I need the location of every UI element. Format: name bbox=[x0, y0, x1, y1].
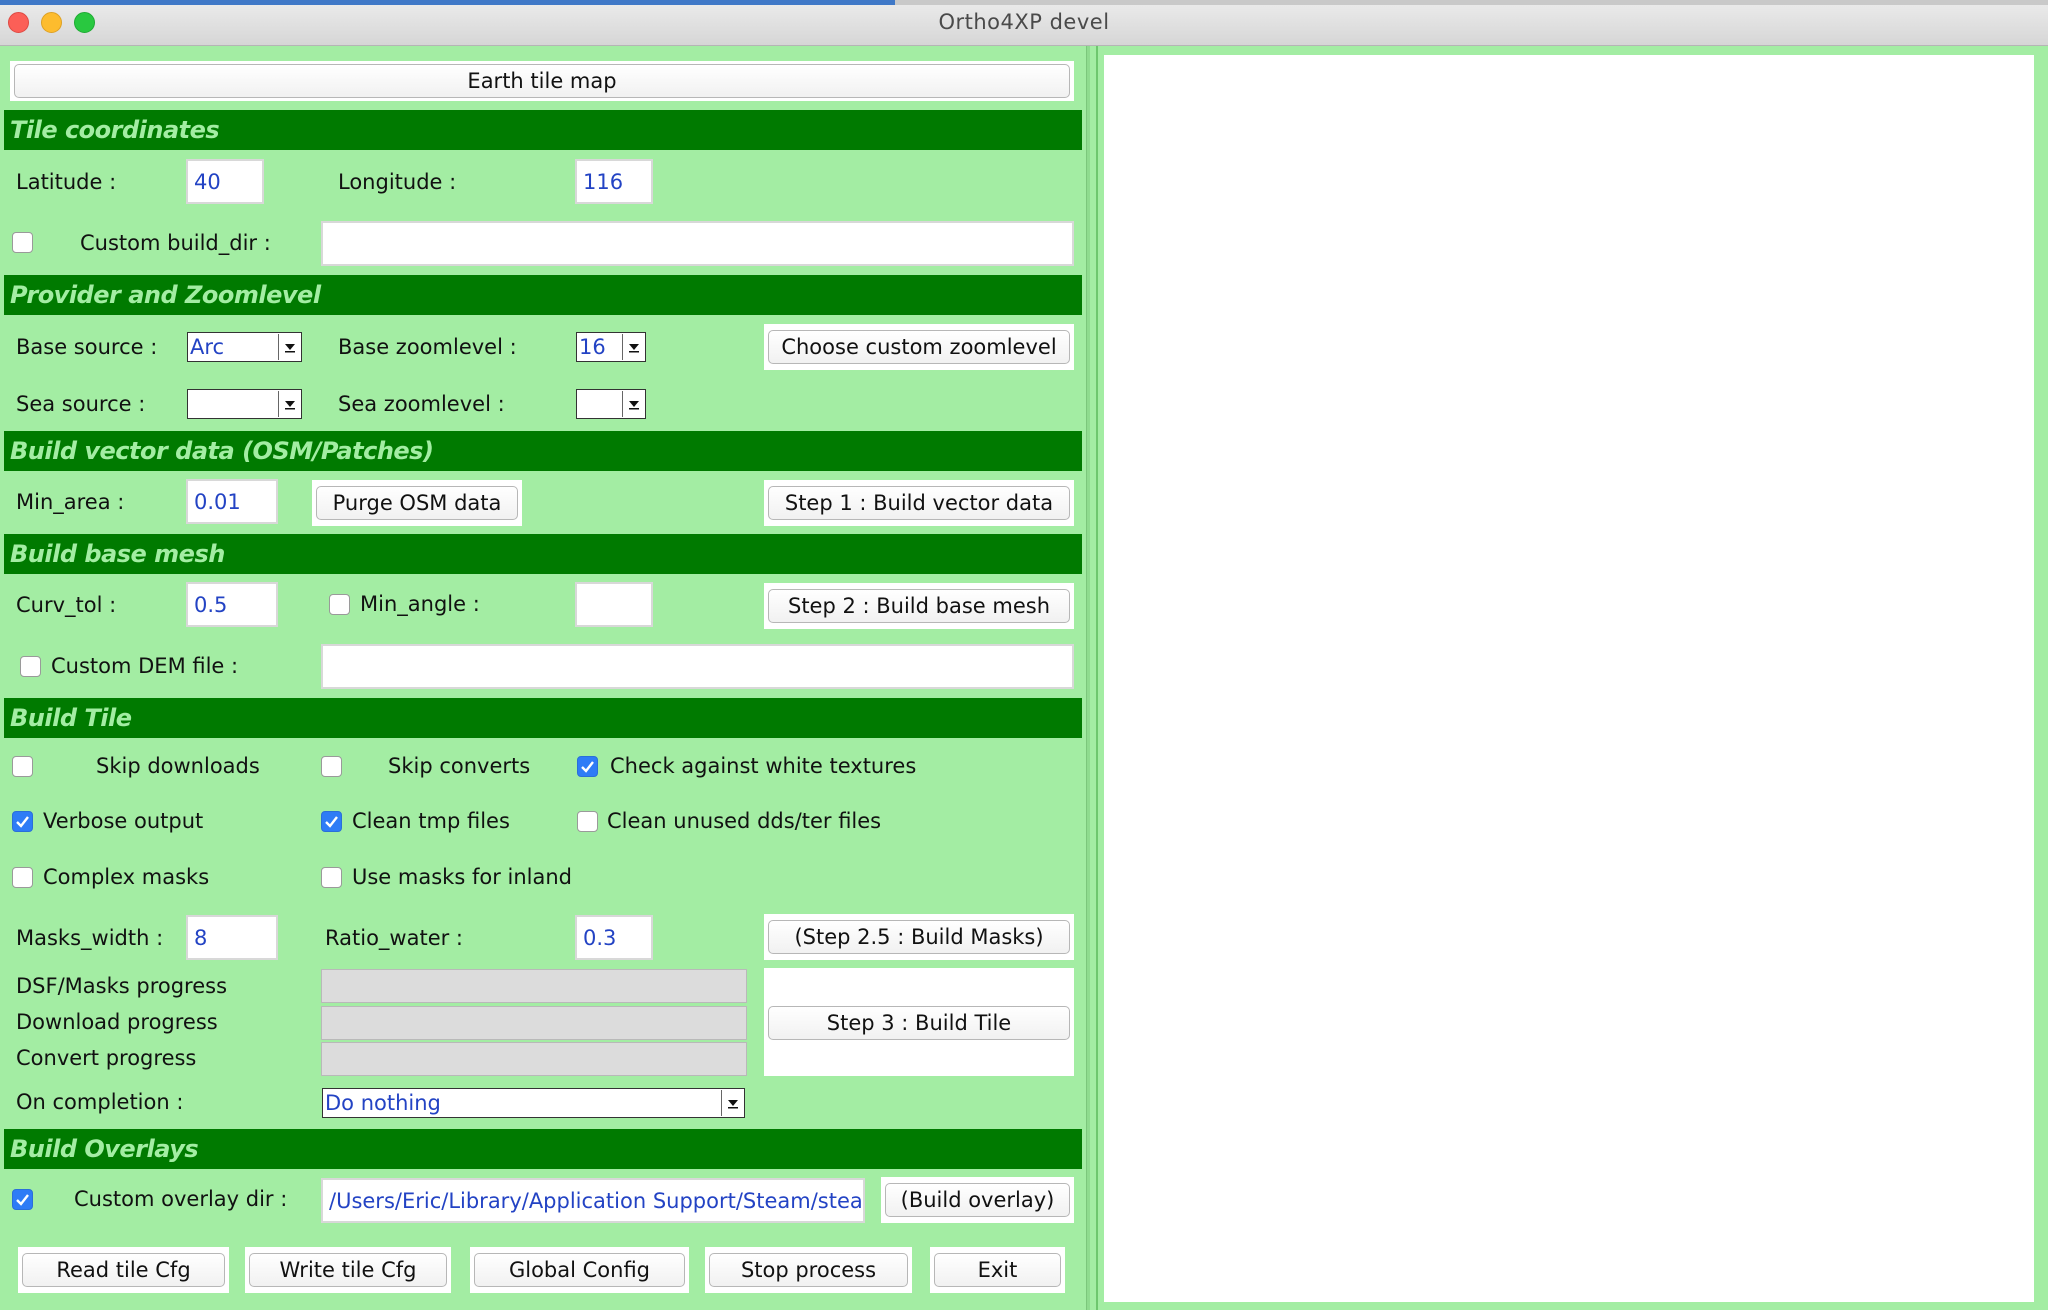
chevron-down-icon bbox=[278, 334, 300, 360]
skip-converts-checkbox[interactable] bbox=[321, 756, 342, 777]
titlebar-top-line bbox=[0, 0, 2048, 5]
longitude-label: Longitude : bbox=[338, 170, 457, 194]
custom-dem-checkbox[interactable] bbox=[20, 656, 41, 677]
section-build-vector-data: Build vector data (OSM/Patches) bbox=[4, 431, 1082, 471]
base-source-value: Arc bbox=[190, 335, 225, 359]
step3-build-tile-button[interactable]: Step 3 : Build Tile bbox=[768, 1006, 1070, 1040]
read-tile-cfg-button[interactable]: Read tile Cfg bbox=[22, 1253, 225, 1287]
min-area-label: Min_area : bbox=[16, 490, 125, 514]
download-progress-bar bbox=[321, 1006, 747, 1040]
window-titlebar: Ortho4XP devel bbox=[0, 0, 2048, 46]
chevron-down-icon bbox=[622, 334, 644, 360]
on-completion-value: Do nothing bbox=[325, 1091, 441, 1115]
earth-tile-map-button[interactable]: Earth tile map bbox=[14, 64, 1070, 98]
custom-dem-input[interactable] bbox=[321, 644, 1074, 689]
exit-button[interactable]: Exit bbox=[934, 1253, 1061, 1287]
sea-zoomlevel-select[interactable] bbox=[576, 389, 646, 419]
complex-masks-checkbox[interactable] bbox=[12, 867, 33, 888]
custom-overlay-dir-checkbox[interactable] bbox=[12, 1189, 33, 1210]
titlebar-top-line-accent bbox=[0, 0, 895, 5]
base-source-select[interactable]: Arc bbox=[187, 332, 302, 362]
base-zoomlevel-select[interactable]: 16 bbox=[576, 332, 646, 362]
panel-divider[interactable] bbox=[1086, 46, 1090, 1310]
min-angle-input[interactable] bbox=[575, 582, 653, 627]
curv-tol-label: Curv_tol : bbox=[16, 593, 117, 617]
base-zoomlevel-label: Base zoomlevel : bbox=[338, 335, 517, 359]
longitude-input[interactable]: 116 bbox=[575, 159, 653, 204]
clean-unused-files-label: Clean unused dds/ter files bbox=[607, 809, 882, 833]
checkmark-icon bbox=[16, 816, 29, 828]
ratio-water-input[interactable]: 0.3 bbox=[575, 915, 653, 960]
check-white-textures-checkbox[interactable] bbox=[577, 756, 598, 777]
masks-width-label: Masks_width : bbox=[16, 926, 164, 950]
checkmark-icon bbox=[16, 1194, 29, 1206]
check-white-textures-label: Check against white textures bbox=[610, 754, 917, 778]
section-build-tile: Build Tile bbox=[4, 698, 1082, 738]
chevron-down-icon bbox=[721, 1090, 743, 1116]
step25-build-masks-button[interactable]: (Step 2.5 : Build Masks) bbox=[768, 920, 1070, 954]
verbose-output-label: Verbose output bbox=[43, 809, 204, 833]
choose-custom-zoomlevel-button[interactable]: Choose custom zoomlevel bbox=[768, 330, 1070, 364]
section-build-base-mesh: Build base mesh bbox=[4, 534, 1082, 574]
skip-downloads-checkbox[interactable] bbox=[12, 756, 33, 777]
checkmark-icon bbox=[325, 816, 338, 828]
dsf-progress-bar bbox=[321, 969, 747, 1003]
custom-dem-label: Custom DEM file : bbox=[51, 654, 239, 678]
ratio-water-label: Ratio_water : bbox=[325, 926, 463, 950]
custom-overlay-dir-label: Custom overlay dir : bbox=[74, 1187, 288, 1211]
section-provider-zoomlevel: Provider and Zoomlevel bbox=[4, 275, 1082, 315]
clean-unused-files-checkbox[interactable] bbox=[577, 811, 598, 832]
latitude-label: Latitude : bbox=[16, 170, 117, 194]
sea-zoomlevel-label: Sea zoomlevel : bbox=[338, 392, 505, 416]
skip-converts-label: Skip converts bbox=[388, 754, 531, 778]
custom-build-dir-checkbox[interactable] bbox=[12, 232, 33, 253]
sea-source-select[interactable] bbox=[187, 389, 302, 419]
use-masks-inland-checkbox[interactable] bbox=[321, 867, 342, 888]
dsf-progress-label: DSF/Masks progress bbox=[16, 974, 228, 998]
window-title: Ortho4XP devel bbox=[938, 10, 1110, 34]
convert-progress-bar bbox=[321, 1042, 747, 1076]
min-angle-label: Min_angle : bbox=[360, 592, 480, 616]
on-completion-label: On completion : bbox=[16, 1090, 184, 1114]
custom-build-dir-input[interactable] bbox=[321, 221, 1074, 266]
curv-tol-input[interactable]: 0.5 bbox=[186, 582, 278, 627]
complex-masks-label: Complex masks bbox=[43, 865, 210, 889]
on-completion-select[interactable]: Do nothing bbox=[322, 1088, 745, 1118]
section-tile-coordinates: Tile coordinates bbox=[4, 110, 1082, 150]
min-area-input[interactable]: 0.01 bbox=[186, 479, 278, 524]
step1-build-vector-data-button[interactable]: Step 1 : Build vector data bbox=[768, 486, 1070, 520]
step2-build-base-mesh-button[interactable]: Step 2 : Build base mesh bbox=[768, 589, 1070, 623]
latitude-input[interactable]: 40 bbox=[186, 159, 264, 204]
write-tile-cfg-button[interactable]: Write tile Cfg bbox=[249, 1253, 447, 1287]
min-angle-checkbox[interactable] bbox=[329, 594, 350, 615]
base-zoomlevel-value: 16 bbox=[579, 335, 606, 359]
masks-width-input[interactable]: 8 bbox=[186, 915, 278, 960]
base-source-label: Base source : bbox=[16, 335, 158, 359]
chevron-down-icon bbox=[622, 391, 644, 417]
skip-downloads-label: Skip downloads bbox=[96, 754, 260, 778]
chevron-down-icon bbox=[278, 391, 300, 417]
clean-tmp-files-checkbox[interactable] bbox=[321, 811, 342, 832]
map-canvas[interactable] bbox=[1104, 55, 2034, 1302]
download-progress-label: Download progress bbox=[16, 1010, 218, 1034]
sea-source-label: Sea source : bbox=[16, 392, 146, 416]
verbose-output-checkbox[interactable] bbox=[12, 811, 33, 832]
custom-overlay-dir-input[interactable]: /Users/Eric/Library/Application Support/… bbox=[321, 1178, 865, 1223]
clean-tmp-files-label: Clean tmp files bbox=[352, 809, 510, 833]
global-config-button[interactable]: Global Config bbox=[474, 1253, 685, 1287]
use-masks-inland-label: Use masks for inland bbox=[352, 865, 572, 889]
convert-progress-label: Convert progress bbox=[16, 1046, 197, 1070]
checkmark-icon bbox=[581, 761, 594, 773]
custom-build-dir-label: Custom build_dir : bbox=[80, 231, 271, 255]
section-build-overlays: Build Overlays bbox=[4, 1129, 1082, 1169]
stop-process-button[interactable]: Stop process bbox=[709, 1253, 908, 1287]
build-overlay-button[interactable]: (Build overlay) bbox=[885, 1183, 1070, 1217]
purge-osm-data-button[interactable]: Purge OSM data bbox=[316, 486, 518, 520]
